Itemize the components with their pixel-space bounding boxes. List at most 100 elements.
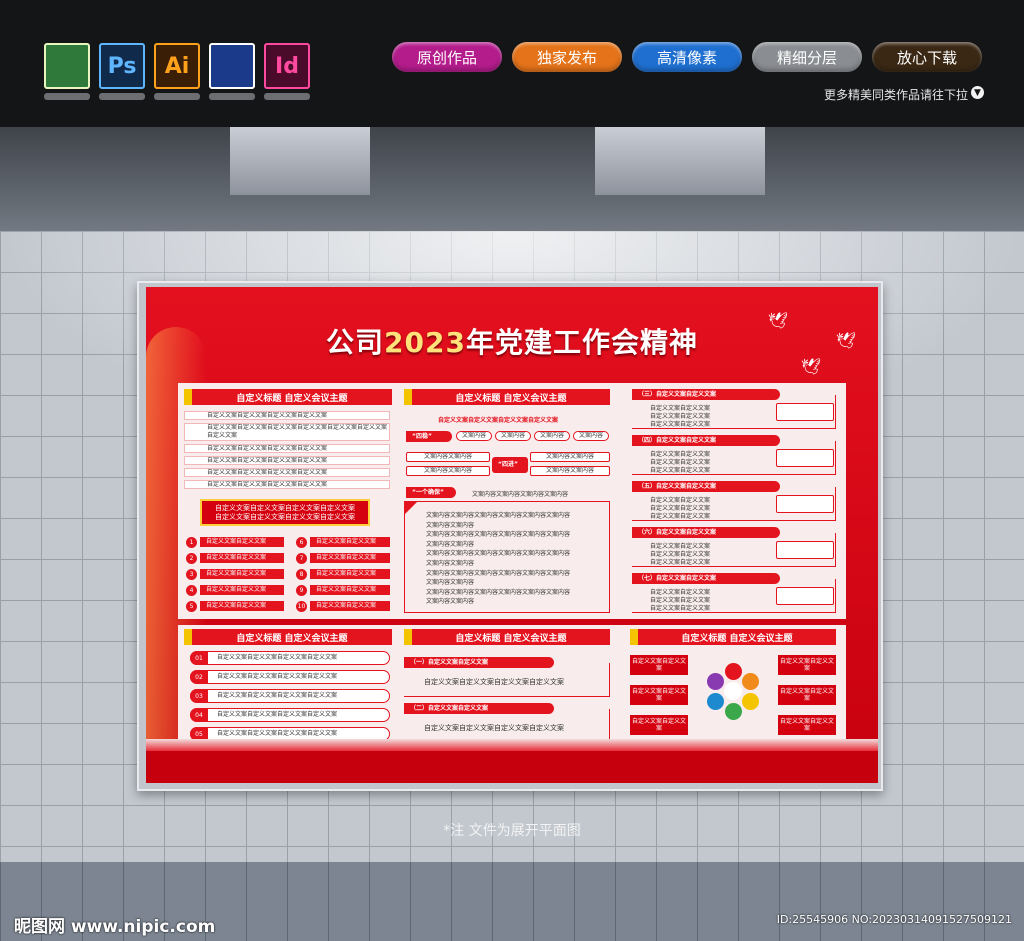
box-line-1: 自定义文案自定义文案自定义文案自定义文案 bbox=[215, 504, 355, 512]
col2-paragraph-line: 文案内容文案内容文案内容文案内容文案内容文案内容 bbox=[426, 550, 571, 558]
bottom3-header: 自定义标题 自定义会议主题 bbox=[630, 629, 836, 645]
ceiling-beam-right bbox=[595, 127, 765, 195]
photoshop-icon[interactable]: Ps bbox=[99, 43, 145, 89]
title-suffix: 年党建工作会精神 bbox=[465, 326, 698, 359]
ring-segment bbox=[724, 702, 742, 720]
col1-row: 自定义文案自定义文案自定义文案自定义文案自定义文案自定义文案自定义文案 bbox=[184, 423, 390, 441]
poster: 公司2023年党建工作会精神 🕊 🕊 🕊 自定义标题 自定义会议主题 自定义文案… bbox=[146, 287, 878, 783]
ring-segment bbox=[741, 692, 759, 710]
col2-paragraph-line: 文案内容文案内容文案内容文案内容文案内容文案内容 bbox=[426, 531, 571, 539]
col1-row: 自定义文案自定义文案自定义文案自定义文案 bbox=[184, 468, 390, 477]
bottom1-row: 自定义文案自定义文案自定义文案自定义文案 bbox=[190, 670, 390, 684]
numbered-item: 自定义文案自定义文案 bbox=[200, 601, 284, 611]
bottom1-number: 04 bbox=[190, 708, 208, 722]
title-prefix: 公司 bbox=[326, 326, 385, 359]
watermark-left: 昵图网 www.nipic.com bbox=[14, 917, 216, 937]
col1-highlight-box: 自定义文案自定义文案自定义文案自定义文案 自定义文案自定义文案自定义文案自定义文… bbox=[200, 499, 370, 526]
numbered-item: 自定义文案自定义文案 bbox=[310, 553, 390, 563]
ceiling bbox=[0, 127, 1024, 231]
col2-paragraph-line: 文案内容文案内容 bbox=[426, 579, 475, 587]
bottom1-row: 自定义文案自定义文案自定义文案自定义文案 bbox=[190, 689, 390, 703]
col1-row: 自定义文案自定义文案自定义文案自定义文案 bbox=[184, 444, 390, 453]
watermark-right: ID:25545906 NO:20230314091527509121 bbox=[776, 913, 1012, 926]
cinema4d-icon[interactable] bbox=[209, 43, 255, 89]
number-badge: 9 bbox=[296, 585, 307, 596]
bottom1-number: 01 bbox=[190, 651, 208, 665]
col3-side-box bbox=[776, 495, 834, 513]
bottom1-header: 自定义标题 自定义会议主题 bbox=[184, 629, 392, 645]
sijin-item: 文案内容文案内容 bbox=[406, 466, 490, 476]
feature-pill[interactable]: 原创作品 bbox=[392, 42, 502, 72]
file-note: *注 文件为展开平面图 bbox=[443, 823, 581, 839]
bottom3-right-box: 自定义文案自定义文案 bbox=[778, 655, 836, 675]
ring-segment bbox=[724, 662, 742, 680]
col3-line: 自定义文案自定义文案 bbox=[650, 421, 711, 428]
sijin-tag: “四进” bbox=[492, 457, 528, 473]
bottom1-row: 自定义文案自定义文案自定义文案自定义文案 bbox=[190, 651, 390, 665]
col2-paragraph-line: 文案内容文案内容 bbox=[426, 540, 475, 548]
col3-line: 自定义文案自定义文案 bbox=[650, 605, 711, 612]
number-badge: 2 bbox=[186, 553, 197, 564]
coreldraw-icon[interactable] bbox=[44, 43, 90, 89]
numbered-item: 自定义文案自定义文案 bbox=[200, 537, 284, 547]
ring-center bbox=[724, 682, 742, 700]
numbered-item: 自定义文案自定义文案 bbox=[310, 601, 390, 611]
icon-underline bbox=[44, 93, 90, 100]
bottom2-header: 自定义标题 自定义会议主题 bbox=[404, 629, 610, 645]
siwen-item: 文案内容 bbox=[573, 431, 609, 441]
bottom3-left-box: 自定义文案自定义文案 bbox=[630, 655, 688, 675]
siwen-item: 文案内容 bbox=[456, 431, 492, 441]
bottom3-left-box: 自定义文案自定义文案 bbox=[630, 715, 688, 735]
indesign-icon[interactable]: Id bbox=[264, 43, 310, 89]
ring-segment bbox=[707, 692, 725, 710]
bottom1-number: 03 bbox=[190, 689, 208, 703]
col2-header: 自定义标题 自定义会议主题 bbox=[404, 389, 610, 405]
title-year: 2023 bbox=[384, 326, 466, 359]
col3-side-box bbox=[776, 403, 834, 421]
bottom1-number: 02 bbox=[190, 670, 208, 684]
dove-icon: 🕊 bbox=[768, 311, 789, 330]
numbered-item: 自定义文案自定义文案 bbox=[200, 569, 284, 579]
mockup-stage: Ps Ai Id 原创作品 独家发布 高清像素 精细分层 放心下载 更多精美同类作品请往下拉… bbox=[0, 0, 1024, 941]
number-badge: 3 bbox=[186, 569, 197, 580]
feature-pill[interactable]: 放心下载 bbox=[872, 42, 982, 72]
dove-icon: 🕊 bbox=[836, 331, 857, 350]
bottom2-text: 自定义文案自定义文案自定义文案自定义文案 bbox=[424, 678, 564, 686]
bottom3-right-box: 自定义文案自定义文案 bbox=[778, 715, 836, 735]
col3-side-box bbox=[776, 587, 834, 605]
number-badge: 4 bbox=[186, 585, 197, 596]
col1-row: 自定义文案自定义文案自定义文案自定义文案 bbox=[184, 456, 390, 465]
chevron-down-icon[interactable]: ▼ bbox=[971, 86, 984, 99]
icon-underline bbox=[154, 93, 200, 100]
col3-side-box bbox=[776, 541, 834, 559]
box-line-2: 自定义文案自定义文案自定义文案自定义文案 bbox=[215, 513, 355, 521]
icon-underline bbox=[99, 93, 145, 100]
bottom3-left-box: 自定义文案自定义文案 bbox=[630, 685, 688, 705]
sijin-item: 文案内容文案内容 bbox=[530, 466, 610, 476]
numbered-item: 自定义文案自定义文案 bbox=[310, 585, 390, 595]
ring-segment bbox=[741, 672, 759, 690]
number-badge: 6 bbox=[296, 537, 307, 548]
siwen-item: 文案内容 bbox=[495, 431, 531, 441]
feature-pill[interactable]: 独家发布 bbox=[512, 42, 622, 72]
numbered-item: 自定义文案自定义文案 bbox=[200, 553, 284, 563]
col1-header: 自定义标题 自定义会议主题 bbox=[184, 389, 392, 405]
col3-line: 自定义文案自定义文案 bbox=[650, 513, 711, 520]
ceiling-beam-left bbox=[230, 127, 370, 195]
feature-pill[interactable]: 高清像素 bbox=[632, 42, 742, 72]
col2-sub: 自定义文案自定义文案自定义文案自定义文案 bbox=[438, 417, 559, 424]
numbered-item: 自定义文案自定义文案 bbox=[200, 585, 284, 595]
sijin-item: 文案内容文案内容 bbox=[530, 452, 610, 462]
bottom1-row: 自定义文案自定义文案自定义文案自定义文案 bbox=[190, 708, 390, 722]
number-badge: 7 bbox=[296, 553, 307, 564]
icon-underline bbox=[264, 93, 310, 100]
feature-pill[interactable]: 精细分层 bbox=[752, 42, 862, 72]
siwen-tag: “四稳” bbox=[406, 431, 452, 442]
number-badge: 5 bbox=[186, 601, 197, 612]
ring-segment bbox=[707, 672, 725, 690]
more-link[interactable]: 更多精美同类作品请往下拉 bbox=[824, 86, 968, 103]
illustrator-icon[interactable]: Ai bbox=[154, 43, 200, 89]
bottom2-text: 自定义文案自定义文案自定义文案自定义文案 bbox=[424, 724, 564, 732]
number-badge: 1 bbox=[186, 537, 197, 548]
bottom3-right-box: 自定义文案自定义文案 bbox=[778, 685, 836, 705]
